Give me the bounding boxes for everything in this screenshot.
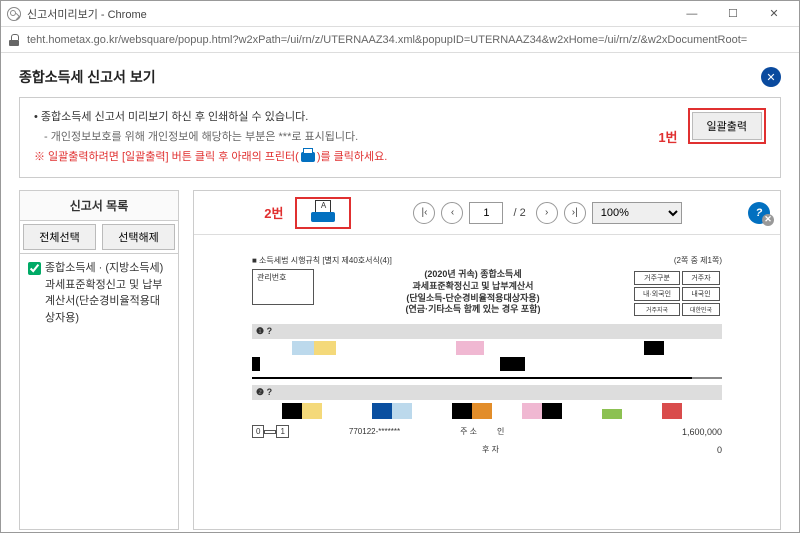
prev-page-button[interactable]: ‹ bbox=[441, 202, 463, 224]
help-icon[interactable]: ?✕ bbox=[748, 202, 770, 224]
url-text[interactable]: teht.hometax.go.kr/websquare/popup.html?… bbox=[27, 34, 747, 46]
close-button[interactable]: ✕ bbox=[761, 67, 781, 87]
document-viewport[interactable]: ■ 소득세법 시행규칙 [별지 제40호서식(4)] (2쪽 중 제1쪽) 관리… bbox=[194, 235, 780, 529]
doc-data-row: 0 1 770122-******* 주 소 인 1,600,000 bbox=[252, 425, 722, 438]
last-page-button[interactable]: ›| bbox=[564, 202, 586, 224]
report-item-label: 종합소득세 · (지방소득세) 과세표준확정신고 및 납부계산서(단순경비율적용… bbox=[45, 260, 170, 326]
globe-icon bbox=[7, 7, 21, 21]
doc-data-row: 후 자 0 bbox=[252, 444, 722, 455]
doc-section-1: ❶ ? bbox=[252, 324, 722, 339]
address-bar: teht.hometax.go.kr/websquare/popup.html?… bbox=[1, 27, 799, 53]
zoom-select[interactable]: 100% bbox=[592, 202, 682, 224]
window-title: 신고서미리보기 - Chrome bbox=[27, 6, 147, 22]
callout-2-highlight bbox=[295, 197, 351, 229]
doc-meta-table: 거주구분거주자 내·외국인내국인 거주지국대한민국 bbox=[632, 269, 722, 318]
report-list-item[interactable]: 종합소득세 · (지방소득세) 과세표준확정신고 및 납부계산서(단순경비율적용… bbox=[20, 254, 178, 332]
page-total: / 2 bbox=[509, 207, 529, 219]
doc-divider bbox=[252, 377, 722, 379]
print-button[interactable] bbox=[311, 202, 335, 224]
doc-title: (2020년 귀속) 종합소득세 과세표준확정신고 및 납부계산서 (단일소득-… bbox=[318, 269, 628, 318]
first-page-button[interactable]: |‹ bbox=[413, 202, 435, 224]
report-checkbox[interactable] bbox=[28, 262, 41, 275]
page-title: 종합소득세 신고서 보기 bbox=[19, 67, 156, 87]
close-icon[interactable]: ✕ bbox=[755, 2, 793, 26]
select-all-button[interactable]: 전체선택 bbox=[23, 224, 96, 250]
deselect-all-button[interactable]: 선택해제 bbox=[102, 224, 175, 250]
notice-line-2: - 개인정보보호를 위해 개인정보에 해당하는 부분은 ***로 표시됩니다. bbox=[44, 128, 658, 148]
notice-box: 종합소득세 신고서 미리보기 하신 후 인쇄하실 수 있습니다. - 개인정보보… bbox=[19, 97, 781, 178]
document-page: ■ 소득세법 시행규칙 [별지 제40호서식(4)] (2쪽 중 제1쪽) 관리… bbox=[252, 255, 722, 455]
doc-mgmt-no: 관리번호 bbox=[252, 269, 314, 305]
preview-panel: 2번 |‹ ‹ / 2 › ›| 100% ?✕ bbox=[193, 190, 781, 530]
callout-2-label: 2번 bbox=[264, 203, 283, 222]
sidebar-title: 신고서 목록 bbox=[20, 191, 178, 221]
redacted-row bbox=[252, 403, 722, 419]
doc-section-2: ❷ ? bbox=[252, 385, 722, 400]
callout-1-highlight: 일괄출력 bbox=[688, 108, 766, 144]
notice-line-1: 종합소득세 신고서 미리보기 하신 후 인쇄하실 수 있습니다. bbox=[34, 108, 658, 128]
window-controls: — ☐ ✕ bbox=[673, 2, 793, 26]
redacted-row bbox=[252, 357, 722, 371]
lock-icon bbox=[9, 34, 21, 46]
redacted-row bbox=[252, 341, 722, 355]
callout-1-label: 1번 bbox=[658, 126, 677, 149]
doc-page-indicator: (2쪽 중 제1쪽) bbox=[674, 255, 722, 266]
minimize-icon[interactable]: — bbox=[673, 2, 711, 26]
notice-line-3: ※ 일괄출력하려면 [일괄출력] 버튼 클릭 후 아래의 프린터()를 클릭하세… bbox=[34, 148, 658, 168]
help-close-icon[interactable]: ✕ bbox=[762, 214, 774, 226]
maximize-icon[interactable]: ☐ bbox=[714, 2, 752, 26]
page-input[interactable] bbox=[469, 202, 503, 224]
report-list-sidebar: 신고서 목록 전체선택 선택해제 종합소득세 · (지방소득세) 과세표준확정신… bbox=[19, 190, 179, 530]
next-page-button[interactable]: › bbox=[536, 202, 558, 224]
printer-icon bbox=[301, 152, 315, 162]
batch-print-button[interactable]: 일괄출력 bbox=[692, 112, 762, 140]
preview-toolbar: 2번 |‹ ‹ / 2 › ›| 100% ?✕ bbox=[194, 191, 780, 235]
doc-form-ref: ■ 소득세법 시행규칙 [별지 제40호서식(4)] bbox=[252, 255, 392, 266]
window-titlebar: 신고서미리보기 - Chrome — ☐ ✕ bbox=[1, 1, 799, 27]
